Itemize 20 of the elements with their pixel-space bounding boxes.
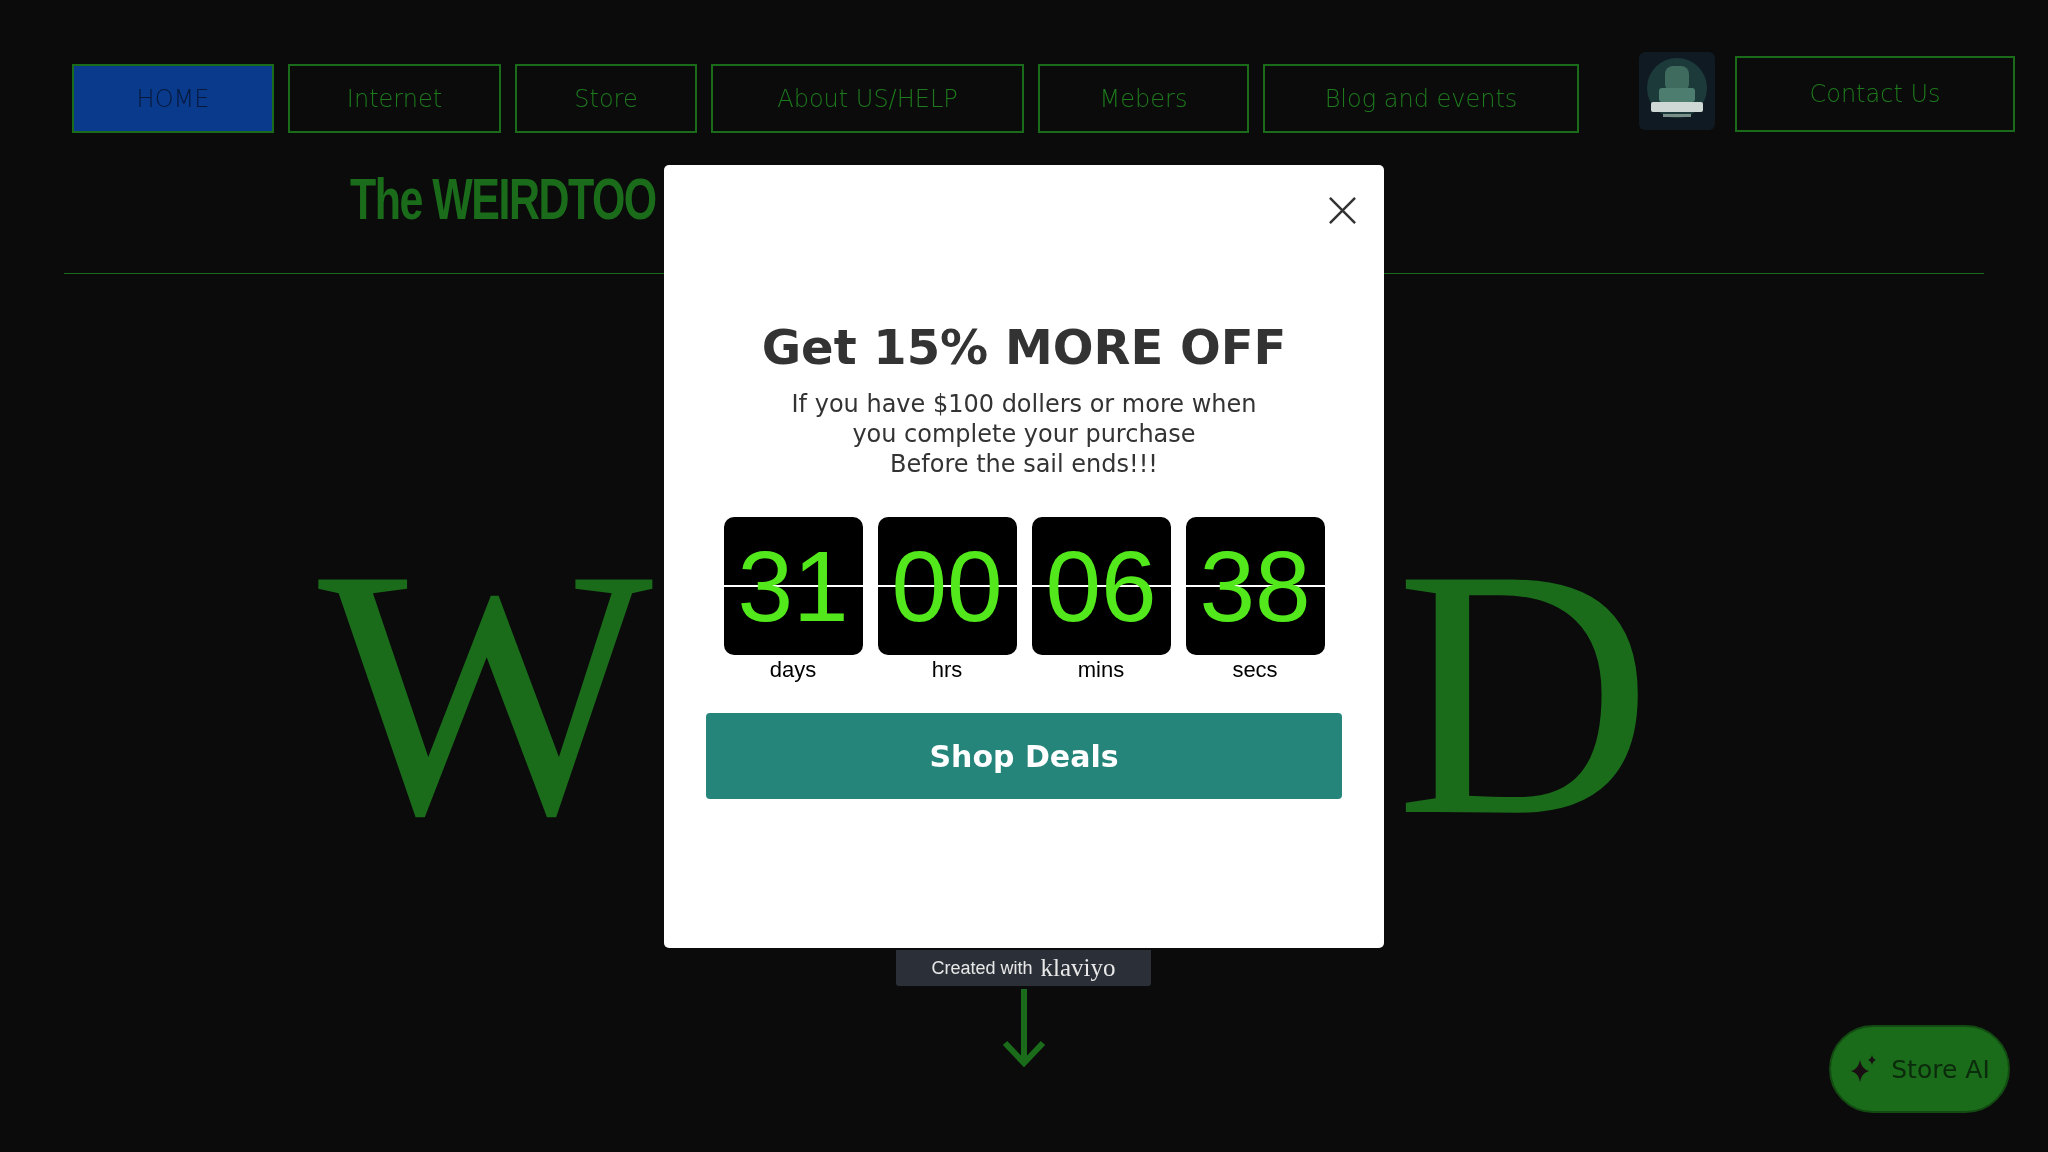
popup-text: If you have $100 dollers or more when [791,389,1257,419]
nav-tab[interactable]: About US/HELP [711,64,1024,133]
countdown-label: mins [1077,657,1125,683]
site-title: The WEIRDTOO [350,165,656,232]
nav-tab[interactable]: Blog and events [1263,64,1579,133]
credit-badge[interactable]: Created with klaviyo [896,950,1151,986]
countdown-label: secs [1232,657,1278,683]
popup-text: Before the sail ends!!! [890,449,1158,479]
nav-tab[interactable]: Store [515,64,697,133]
contact-button[interactable]: Contact Us [1735,56,2015,132]
popup-heading: Get 15% MORE OFF [761,319,1287,375]
store-ai-button[interactable]: Store AI [1829,1025,2010,1113]
nav-tab[interactable]: Internet [288,64,501,133]
popup-text: you complete your purchase [852,419,1196,449]
countdown-label: days [769,657,817,683]
nav-tab[interactable]: Mebers [1038,64,1249,133]
hero-letter: D [1395,524,1652,862]
shop-deals-button[interactable]: Shop Deals [706,713,1342,799]
hero-letter: W [318,524,654,862]
countdown-label: hrs [931,657,963,683]
